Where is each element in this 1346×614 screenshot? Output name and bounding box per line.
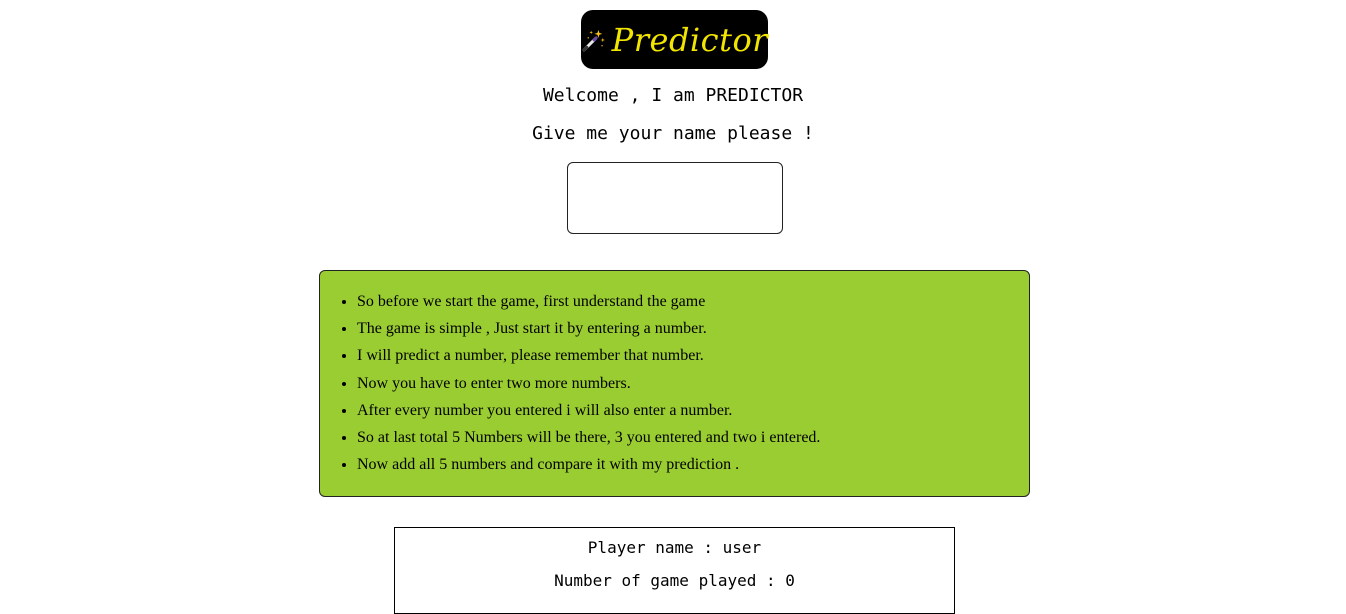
magic-wand-icon: [582, 29, 605, 52]
player-name-label: Player name : user: [587, 538, 762, 557]
name-prompt: Give me your name please !: [532, 123, 814, 144]
player-name-input[interactable]: [567, 162, 783, 234]
rule-item: Now add all 5 numbers and compare it wit…: [357, 451, 1029, 478]
player-stats-box: Player name : user Number of game played…: [394, 527, 955, 614]
rule-item: I will predict a number, please remember…: [357, 342, 1029, 369]
rules-list: So before we start the game, first under…: [320, 271, 1029, 478]
rule-item: The game is simple , Just start it by en…: [357, 315, 1029, 342]
game-rules-panel: So before we start the game, first under…: [319, 270, 1030, 497]
rule-item: After every number you entered i will al…: [357, 397, 1029, 424]
predictor-logo: Predictor: [581, 10, 768, 69]
logo-title: Predictor: [611, 20, 768, 59]
games-played-label: Number of game played : 0: [554, 571, 795, 590]
welcome-message: Welcome , I am PREDICTOR: [542, 85, 804, 106]
rule-item: So at last total 5 Numbers will be there…: [357, 424, 1029, 451]
rule-item: Now you have to enter two more numbers.: [357, 370, 1029, 397]
rule-item: So before we start the game, first under…: [357, 288, 1029, 315]
